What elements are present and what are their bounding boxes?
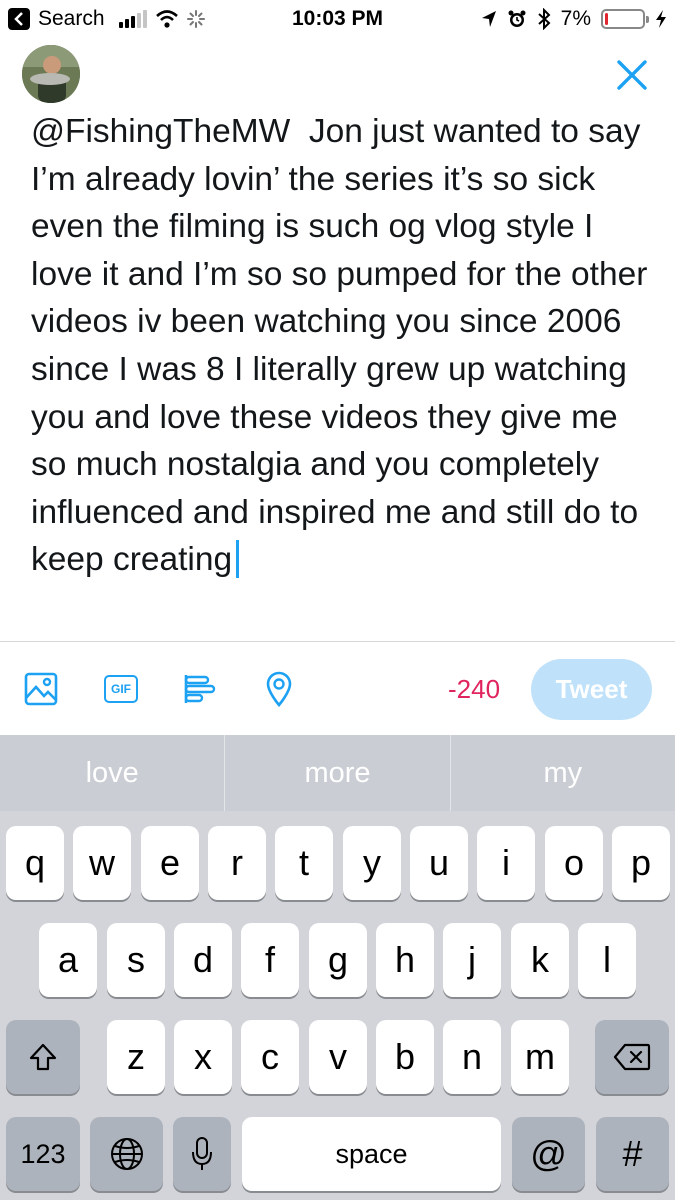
backspace-icon <box>613 1043 651 1071</box>
globe-icon <box>110 1138 143 1170</box>
battery-icon <box>601 9 649 29</box>
shift-arrow-icon <box>29 1043 57 1071</box>
shift-key[interactable] <box>6 1020 80 1094</box>
key-z[interactable]: z <box>107 1020 165 1094</box>
key-q[interactable]: q <box>6 826 64 900</box>
key-h[interactable]: h <box>376 923 434 997</box>
status-bar-right: 7% <box>481 6 667 32</box>
key-o[interactable]: o <box>545 826 603 900</box>
tweet-text-content: @FishingTheMW Jon just wanted to say I’m… <box>31 108 651 584</box>
key-a[interactable]: a <box>39 923 97 997</box>
dictation-key[interactable] <box>173 1117 231 1191</box>
tweet-text: @FishingTheMW Jon just wanted to say I’m… <box>31 113 648 579</box>
suggestion-2[interactable]: more <box>225 735 451 811</box>
key-x[interactable]: x <box>174 1020 232 1094</box>
key-c[interactable]: c <box>241 1020 299 1094</box>
key-u[interactable]: u <box>410 826 468 900</box>
keyboard: love more my q w e r t y u i o p a s d f… <box>0 735 675 1200</box>
key-m[interactable]: m <box>511 1020 569 1094</box>
key-v[interactable]: v <box>309 1020 367 1094</box>
location-arrow-icon <box>481 11 496 27</box>
key-w[interactable]: w <box>73 826 131 900</box>
key-r[interactable]: r <box>208 826 266 900</box>
numbers-key[interactable]: 123 <box>6 1117 80 1191</box>
key-b[interactable]: b <box>376 1020 434 1094</box>
key-y[interactable]: y <box>343 826 401 900</box>
tweet-button[interactable]: Tweet <box>531 659 652 720</box>
tweet-text-area[interactable]: @FishingTheMW Jon just wanted to say I’m… <box>31 102 651 630</box>
suggestion-bar: love more my <box>0 735 675 811</box>
suggestion-3[interactable]: my <box>451 735 675 811</box>
key-d[interactable]: d <box>174 923 232 997</box>
toolbar-divider <box>0 641 675 642</box>
key-j[interactable]: j <box>443 923 501 997</box>
poll-icon[interactable] <box>178 668 220 710</box>
location-pin-icon[interactable] <box>258 668 300 710</box>
globe-key[interactable] <box>90 1117 163 1191</box>
key-i[interactable]: i <box>477 826 535 900</box>
battery-percent: 7% <box>560 7 591 30</box>
close-x-icon[interactable] <box>615 58 649 92</box>
key-n[interactable]: n <box>443 1020 501 1094</box>
key-s[interactable]: s <box>107 923 165 997</box>
key-e[interactable]: e <box>141 826 199 900</box>
text-cursor <box>236 540 240 579</box>
delete-key[interactable] <box>595 1020 669 1094</box>
microphone-icon <box>192 1137 212 1170</box>
battery-level-fill <box>605 13 608 25</box>
bluetooth-icon <box>537 8 551 30</box>
key-g[interactable]: g <box>309 923 367 997</box>
character-count: -240 <box>448 674 501 704</box>
avatar[interactable] <box>22 45 80 103</box>
key-f[interactable]: f <box>241 923 299 997</box>
status-bar: Search 10:03 PM 7% <box>0 0 675 38</box>
space-key[interactable]: space <box>242 1117 501 1191</box>
key-p[interactable]: p <box>612 826 670 900</box>
charging-bolt-icon <box>656 10 666 28</box>
key-t[interactable]: t <box>275 826 333 900</box>
image-icon[interactable] <box>20 668 62 710</box>
key-l[interactable]: l <box>578 923 636 997</box>
alarm-icon <box>508 10 526 27</box>
at-key[interactable]: @ <box>512 1117 585 1191</box>
key-k[interactable]: k <box>511 923 569 997</box>
gif-icon[interactable]: GIF <box>100 668 142 710</box>
gif-label: GIF <box>104 675 138 703</box>
suggestion-1[interactable]: love <box>0 735 226 811</box>
hash-key[interactable]: # <box>596 1117 669 1191</box>
